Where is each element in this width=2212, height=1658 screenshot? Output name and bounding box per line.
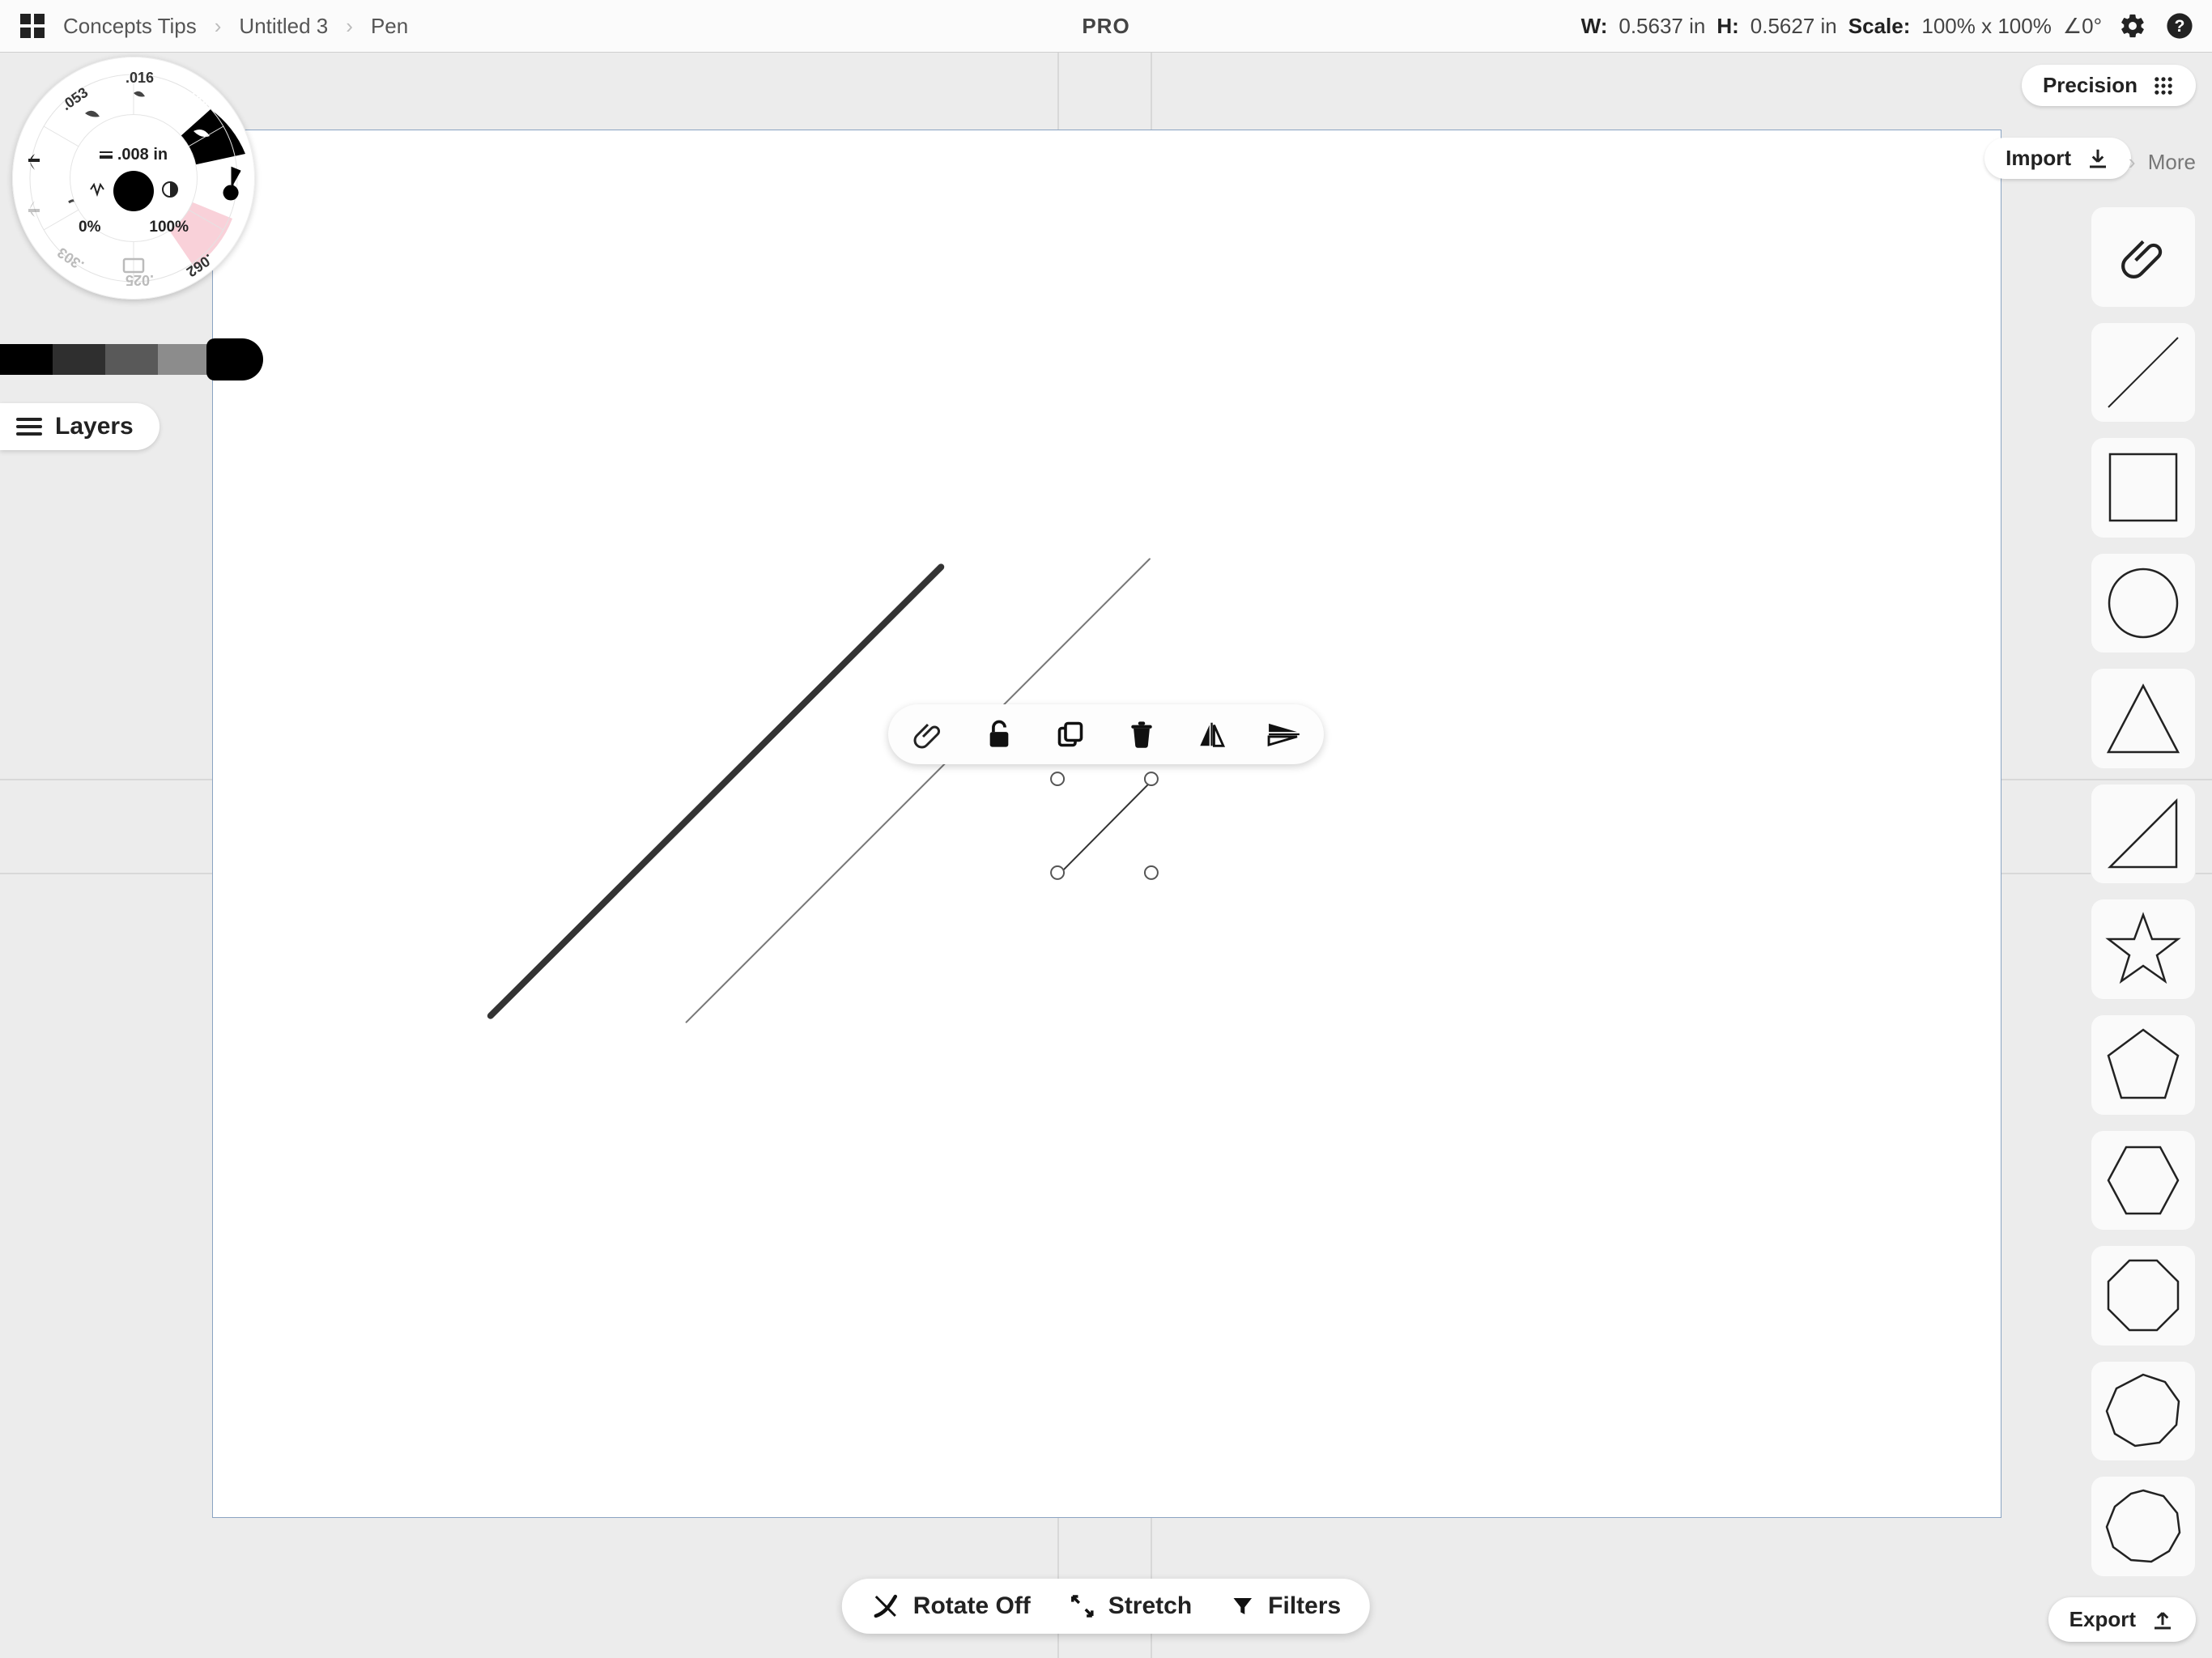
tool-wheel[interactable]: .016 .053 .008 .062 .025 .303 .008 in 0%… [12, 57, 255, 300]
color-swatch[interactable] [0, 344, 53, 375]
breadcrumb-root[interactable]: Concepts Tips [63, 14, 197, 39]
grid-icon [2152, 74, 2175, 97]
opacity-max: 100% [149, 219, 189, 236]
import-button[interactable]: Import [1984, 138, 2131, 179]
opacity-min: 0% [79, 219, 100, 236]
shape-hexagon[interactable] [2091, 1130, 2196, 1231]
shape-right-triangle[interactable] [2091, 784, 2196, 885]
pro-badge[interactable]: PRO [1082, 14, 1129, 39]
scale-value[interactable]: 100% x 100% [1921, 14, 2051, 39]
width-label: W: [1581, 14, 1608, 39]
export-label: Export [2069, 1607, 2136, 1632]
breadcrumb-doc[interactable]: Untitled 3 [239, 14, 328, 39]
stretch-button[interactable]: Stretch [1070, 1592, 1192, 1620]
angle-value[interactable]: ∠0° [2063, 14, 2102, 39]
breadcrumb-tool[interactable]: Pen [371, 14, 408, 39]
artboard[interactable] [212, 130, 2001, 1518]
shape-pentagon[interactable] [2091, 1014, 2196, 1116]
stretch-icon [1070, 1593, 1095, 1619]
shape-square[interactable] [2091, 437, 2196, 538]
selected-line[interactable] [1062, 783, 1150, 871]
width-value[interactable]: 0.5637 in [1619, 14, 1705, 39]
layers-button[interactable]: Layers [0, 403, 160, 450]
shape-nonagon[interactable] [2091, 1361, 2196, 1462]
chevron-icon: › [2129, 150, 2136, 174]
filters-label: Filters [1268, 1592, 1341, 1620]
undo-icon[interactable] [28, 154, 40, 170]
color-swatch[interactable] [105, 344, 158, 375]
chevron-icon: › [346, 14, 353, 39]
flip-vertical-icon[interactable] [1266, 716, 1303, 753]
drawn-line-2[interactable] [687, 559, 1150, 1022]
shape-octagon[interactable] [2091, 1245, 2196, 1346]
selection-handles[interactable] [1051, 772, 1158, 879]
flip-horizontal-icon[interactable] [1194, 716, 1231, 753]
filter-icon [1231, 1594, 1255, 1618]
height-value[interactable]: 0.5627 in [1750, 14, 1837, 39]
trash-icon[interactable] [1123, 716, 1160, 753]
brush-icon[interactable] [85, 111, 100, 117]
layers-label: Layers [55, 413, 134, 440]
shapes-palette[interactable] [2091, 206, 2196, 1577]
upload-icon [2150, 1608, 2175, 1632]
rotate-button[interactable]: Rotate Off [871, 1592, 1031, 1621]
export-button[interactable]: Export [2048, 1597, 2196, 1642]
shape-triangle[interactable] [2091, 668, 2196, 769]
drawn-line-1[interactable] [491, 567, 941, 1015]
top-bar: Concepts Tips › Untitled 3 › Pen PRO W: … [0, 0, 2212, 53]
selection-context-toolbar [888, 704, 1324, 764]
precision-label: Precision [2043, 73, 2138, 98]
chevron-icon: › [215, 14, 222, 39]
note-icon[interactable] [224, 168, 240, 199]
duplicate-icon[interactable] [1052, 716, 1089, 753]
help-button[interactable]: ? [2163, 10, 2196, 42]
color-swatch[interactable] [53, 344, 105, 375]
tool-wheel-center[interactable]: .008 in 0% 100% [70, 115, 197, 241]
brush-size-value: .008 in [117, 146, 168, 164]
color-indicator[interactable] [113, 171, 154, 211]
svg-text:?: ? [2175, 16, 2185, 36]
opacity-icon[interactable] [162, 181, 178, 198]
jitter-icon[interactable] [89, 181, 105, 198]
scale-label: Scale: [1848, 14, 1911, 39]
layers-icon [16, 418, 42, 436]
current-color-blob[interactable] [206, 338, 263, 380]
shape-star[interactable] [2091, 899, 2196, 1000]
thickness-icon [100, 151, 113, 159]
filters-button[interactable]: Filters [1231, 1592, 1341, 1620]
color-strip[interactable] [0, 344, 211, 375]
import-label: Import [2006, 146, 2071, 171]
attach-icon[interactable] [909, 716, 946, 753]
brush-cross-icon [871, 1592, 900, 1621]
shape-circle[interactable] [2091, 553, 2196, 654]
shape-decagon[interactable] [2091, 1476, 2196, 1577]
bottom-actions-bar: Rotate Off Stretch Filters [842, 1579, 1370, 1634]
shape-line[interactable] [2091, 322, 2196, 423]
download-icon [2086, 147, 2110, 171]
brush-icon[interactable] [134, 91, 145, 97]
wheel-size-value: .025 [125, 271, 154, 288]
redo-icon[interactable] [28, 201, 40, 217]
lock-icon[interactable] [981, 716, 1018, 753]
color-swatch[interactable] [158, 344, 211, 375]
app-menu-button[interactable] [16, 10, 49, 42]
more-button[interactable]: › More [2125, 150, 2196, 175]
canvas-content[interactable] [213, 130, 2001, 1517]
stretch-label: Stretch [1108, 1592, 1192, 1620]
shape-attach[interactable] [2091, 206, 2196, 308]
height-label: H: [1716, 14, 1738, 39]
settings-button[interactable] [2116, 10, 2149, 42]
precision-button[interactable]: Precision [2022, 65, 2196, 106]
rotate-label: Rotate Off [913, 1592, 1031, 1620]
wheel-size-value: .016 [125, 70, 154, 87]
